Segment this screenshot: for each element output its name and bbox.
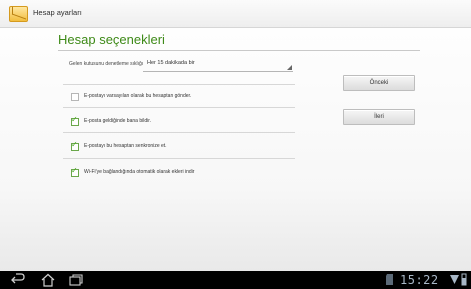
settings-screen: Hesap ayarları Hesap seçenekleri Gelen k… <box>0 0 471 271</box>
divider <box>63 158 295 159</box>
sd-card-icon <box>386 274 393 285</box>
next-button[interactable]: İleri <box>343 109 415 125</box>
page-title: Hesap seçenekleri <box>58 32 165 47</box>
pref-label: E-posta geldiğinde bana bildir. <box>84 118 151 124</box>
back-icon[interactable] <box>10 273 26 287</box>
dropdown-arrow-icon <box>287 65 292 70</box>
checkbox-checked[interactable]: ✓ <box>71 140 79 151</box>
pref-label: E-postayı varsayılan olarak bu hesaptan … <box>84 93 192 99</box>
previous-button[interactable]: Önceki <box>343 75 415 91</box>
system-nav-bar: 15:22 <box>0 271 471 289</box>
check-frequency-spinner[interactable]: Her 15 dakikada bir <box>143 57 293 72</box>
divider <box>63 132 295 133</box>
divider <box>63 107 295 108</box>
check-frequency-label: Gelen kutusunu denetleme sıklığı <box>69 61 144 67</box>
checkbox-unchecked[interactable] <box>71 93 79 101</box>
checkmark-icon: ✓ <box>71 140 78 149</box>
battery-icon <box>461 273 467 286</box>
check-frequency-value: Her 15 dakikada bir <box>147 60 195 66</box>
checkbox-checked[interactable]: ✓ <box>71 166 79 177</box>
email-app-icon[interactable] <box>9 6 28 22</box>
pref-label: E-postayı bu hesaptan senkronize et. <box>84 143 167 149</box>
title-bar: Hesap ayarları <box>0 0 471 28</box>
heading-divider <box>58 50 420 51</box>
checkbox-checked[interactable]: ✓ <box>71 115 79 126</box>
divider <box>63 84 295 85</box>
pref-label: Wi-Fi'ye bağlandığında otomatik olarak e… <box>84 169 195 175</box>
window-title: Hesap ayarları <box>33 8 82 17</box>
home-icon[interactable] <box>40 273 56 287</box>
status-clock: 15:22 <box>400 273 439 287</box>
checkmark-icon: ✓ <box>71 166 78 175</box>
recent-apps-icon[interactable] <box>68 273 84 287</box>
wifi-icon <box>450 275 459 284</box>
checkmark-icon: ✓ <box>71 115 78 124</box>
